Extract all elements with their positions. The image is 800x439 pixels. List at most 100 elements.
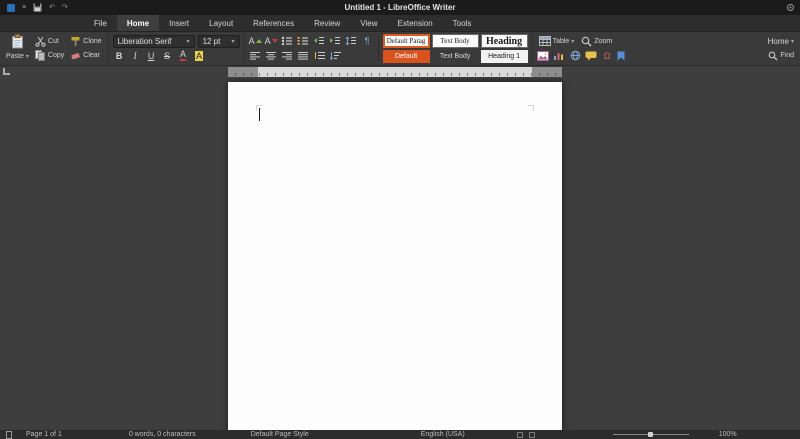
zoom-slider-thumb[interactable] bbox=[648, 432, 653, 437]
style-heading-1-label[interactable]: Heading 1 bbox=[481, 50, 528, 63]
document-canvas bbox=[0, 78, 800, 430]
page-number-status[interactable]: Page 1 of 1 bbox=[26, 430, 62, 439]
insert-image-icon[interactable] bbox=[537, 49, 550, 62]
tab-insert[interactable]: Insert bbox=[159, 15, 199, 31]
paragraph-spacing-icon[interactable] bbox=[313, 49, 326, 62]
zoom-magnifier-icon bbox=[581, 36, 592, 47]
tab-layout[interactable]: Layout bbox=[199, 15, 243, 31]
italic-button[interactable]: I bbox=[129, 49, 142, 62]
tab-review[interactable]: Review bbox=[304, 15, 350, 31]
zoom-button[interactable]: Zoom bbox=[579, 34, 614, 48]
paste-dropdown-icon[interactable]: ▾ bbox=[26, 53, 29, 60]
style-text-body-label[interactable]: Text Body bbox=[432, 50, 479, 63]
align-right-icon[interactable] bbox=[281, 49, 294, 62]
numbered-list-icon[interactable] bbox=[297, 35, 310, 48]
tab-file[interactable]: File bbox=[84, 15, 117, 31]
justify-icon[interactable] bbox=[297, 49, 310, 62]
bullet-list-icon[interactable] bbox=[281, 35, 294, 48]
save-icon[interactable] bbox=[33, 3, 42, 12]
tab-tools[interactable]: Tools bbox=[443, 15, 482, 31]
line-spacing-icon[interactable] bbox=[345, 35, 358, 48]
table-grid-icon bbox=[539, 36, 551, 46]
strikethrough-button[interactable]: S bbox=[161, 49, 174, 62]
insert-comment-icon[interactable] bbox=[585, 49, 598, 62]
clear-eraser-icon bbox=[70, 50, 81, 61]
table-button[interactable]: Table ▾ bbox=[537, 34, 577, 48]
notebookbar-context-menu[interactable]: Home ▾ bbox=[766, 34, 796, 48]
bookmark-icon[interactable] bbox=[617, 49, 626, 62]
undo-icon[interactable]: ↶ bbox=[49, 0, 55, 15]
text-boundary-corner-top-right bbox=[528, 105, 534, 111]
text-cursor bbox=[259, 108, 260, 121]
ruler-row bbox=[0, 66, 800, 78]
tab-view[interactable]: View bbox=[350, 15, 387, 31]
highlight-color-button[interactable]: A bbox=[193, 49, 206, 62]
page-style-status[interactable]: Default Page Style bbox=[251, 430, 309, 439]
tab-extension[interactable]: Extension bbox=[388, 15, 443, 31]
clone-clear-group: Clone Clear bbox=[67, 33, 104, 64]
zoom-slider[interactable] bbox=[613, 431, 689, 438]
style-heading-1-preview[interactable]: Heading bbox=[481, 34, 528, 48]
language-status[interactable]: English (USA) bbox=[421, 430, 465, 439]
menu-icon[interactable]: ≡ bbox=[22, 0, 26, 15]
paste-group: Paste▾ bbox=[3, 33, 32, 64]
find-button[interactable]: Find bbox=[766, 49, 796, 63]
horizontal-ruler[interactable] bbox=[228, 67, 562, 77]
writer-app-icon bbox=[7, 4, 15, 12]
word-count-status[interactable]: 0 words, 0 characters bbox=[129, 430, 196, 439]
insert-chart-icon[interactable] bbox=[553, 49, 566, 62]
home-toolbar: Paste▾ Cut Copy bbox=[0, 32, 800, 66]
underline-button[interactable]: U bbox=[145, 49, 158, 62]
special-character-icon[interactable]: Ω bbox=[601, 49, 614, 62]
selection-mode-indicator[interactable] bbox=[529, 432, 535, 438]
formatting-marks-icon[interactable]: ¶ bbox=[361, 35, 374, 48]
align-left-icon[interactable] bbox=[249, 49, 262, 62]
chevron-down-icon: ▾ bbox=[183, 38, 190, 45]
tab-stop-selector[interactable] bbox=[3, 68, 10, 75]
tab-references[interactable]: References bbox=[243, 15, 304, 31]
copy-icon bbox=[35, 50, 46, 61]
insert-mode-indicator[interactable] bbox=[517, 432, 523, 438]
table-dropdown-icon[interactable]: ▾ bbox=[571, 38, 574, 45]
cut-scissors-icon bbox=[35, 36, 46, 47]
libreoffice-writer-window: ≡ ↶ ↷ Untitled 1 - LibreOffice Writer Fi… bbox=[0, 0, 800, 439]
style-default-preview[interactable]: Default Parag bbox=[383, 34, 430, 48]
clear-formatting-button[interactable]: Clear bbox=[68, 49, 102, 63]
tab-home[interactable]: Home bbox=[117, 15, 159, 31]
paste-clipboard-icon[interactable] bbox=[10, 34, 24, 49]
page[interactable] bbox=[228, 82, 562, 430]
titlebar-quick-icons: ≡ ↶ ↷ bbox=[0, 0, 68, 15]
paragraph-group: A A ¶ bbox=[248, 33, 375, 64]
sort-icon[interactable] bbox=[329, 49, 342, 62]
cut-button[interactable]: Cut bbox=[33, 34, 61, 48]
paste-button[interactable]: Paste▾ bbox=[4, 49, 31, 63]
redo-icon[interactable]: ↷ bbox=[62, 0, 68, 15]
style-text-body-preview[interactable]: Text Body bbox=[432, 34, 479, 48]
bold-button[interactable]: B bbox=[113, 49, 126, 62]
down-arrow-icon bbox=[272, 39, 278, 43]
font-size-combobox[interactable]: 12 pt▾ bbox=[198, 35, 240, 48]
insert-hyperlink-icon[interactable] bbox=[569, 49, 582, 62]
up-arrow-icon bbox=[256, 39, 262, 43]
style-heading-1: Heading Heading 1 bbox=[481, 34, 528, 63]
chevron-down-icon: ▾ bbox=[791, 38, 794, 45]
window-menu-gear-icon[interactable] bbox=[786, 3, 795, 12]
copy-button[interactable]: Copy bbox=[33, 49, 66, 63]
statusbar: Page 1 of 1 0 words, 0 characters Defaul… bbox=[0, 430, 800, 439]
window-title: Untitled 1 - LibreOffice Writer bbox=[0, 0, 800, 15]
decrease-indent-icon[interactable] bbox=[313, 35, 326, 48]
clone-formatting-button[interactable]: Clone bbox=[68, 34, 103, 48]
document-status-icon bbox=[5, 431, 12, 439]
shrink-font-button[interactable]: A bbox=[265, 35, 278, 48]
increase-indent-icon[interactable] bbox=[329, 35, 342, 48]
font-group: Liberation Serif▾ 12 pt▾ B I U S A A bbox=[112, 33, 241, 64]
style-text-body: Text Body Text Body bbox=[432, 34, 479, 63]
zoom-level-status[interactable]: 100% bbox=[719, 430, 737, 439]
grow-font-button[interactable]: A bbox=[249, 35, 262, 48]
style-default-label[interactable]: Default bbox=[383, 50, 430, 63]
font-name-combobox[interactable]: Liberation Serif▾ bbox=[113, 35, 195, 48]
align-center-icon[interactable] bbox=[265, 49, 278, 62]
notebookbar-tabs: File Home Insert Layout References Revie… bbox=[0, 15, 800, 32]
toolbar-right-group: Home ▾ Find bbox=[765, 33, 797, 64]
font-color-button[interactable]: A bbox=[177, 49, 190, 62]
